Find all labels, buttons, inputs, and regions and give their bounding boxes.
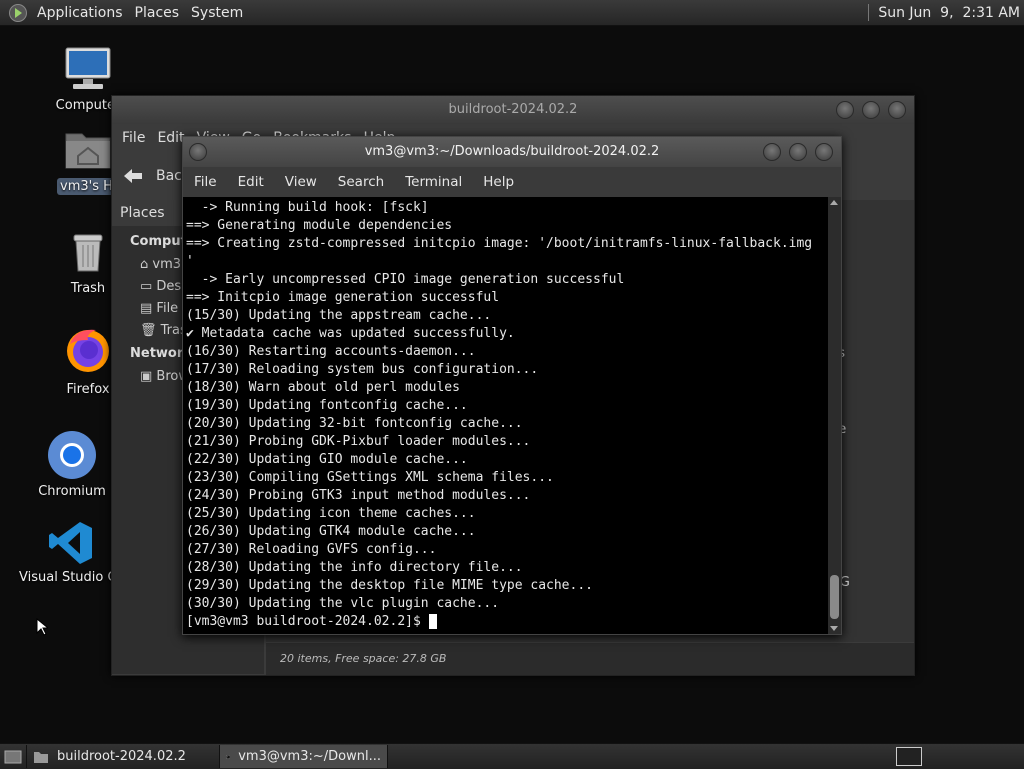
terminal-line: (22/30) Updating GIO module cache...	[186, 452, 468, 467]
terminal-line: ==> Initcpio image generation successful	[186, 290, 500, 305]
top-panel: Applications Places System Sun Jun 9, 2:…	[0, 0, 1024, 26]
terminal-menubar: File Edit View Search Terminal Help	[183, 167, 841, 197]
terminal-line: (27/30) Reloading GVFS config...	[186, 542, 437, 557]
network-icon: ▣	[140, 369, 157, 384]
show-desktop-icon	[4, 750, 22, 763]
terminal-line: (17/30) Reloading system bus configurati…	[186, 362, 539, 377]
term-menu-terminal[interactable]: Terminal	[405, 174, 462, 190]
chromium-icon	[48, 431, 96, 479]
terminal-line: (26/30) Updating GTK4 module cache...	[186, 524, 476, 539]
home-icon: ⌂	[140, 257, 153, 272]
terminal-line: (21/30) Probing GDK-Pixbuf loader module…	[186, 434, 531, 449]
home-folder-icon	[65, 133, 111, 169]
taskbar-item-file-manager[interactable]: buildroot-2024.02.2	[27, 745, 220, 768]
taskbar-item-terminal[interactable]: vm3@vm3:~/Downl...	[220, 745, 388, 768]
terminal-line: ==> Creating zstd-compressed initcpio im…	[186, 236, 813, 251]
terminal-line: (23/30) Compiling GSettings XML schema f…	[186, 470, 554, 485]
scroll-up-arrow-icon[interactable]	[830, 200, 838, 205]
term-menu-view[interactable]: View	[285, 174, 317, 190]
terminal-titlebar[interactable]: vm3@vm3:~/Downloads/buildroot-2024.02.2	[183, 137, 841, 167]
terminal-line: -> Running build hook: [fsck]	[186, 200, 429, 215]
drive-icon: ▤	[140, 301, 157, 316]
panel-separator	[868, 4, 870, 21]
term-menu-help[interactable]: Help	[483, 174, 514, 190]
file-manager-titlebar[interactable]: buildroot-2024.02.2	[112, 96, 914, 124]
terminal-title: vm3@vm3:~/Downloads/buildroot-2024.02.2	[364, 144, 660, 159]
mouse-pointer-icon	[36, 618, 48, 636]
maximize-button[interactable]	[789, 143, 807, 161]
bottom-panel: buildroot-2024.02.2 vm3@vm3:~/Downl...	[0, 743, 1024, 769]
terminal-prompt-line[interactable]: [vm3@vm3 buildroot-2024.02.2]$	[186, 613, 827, 631]
menu-places[interactable]: Places	[129, 5, 186, 21]
clock[interactable]: Sun Jun 9, 2:31 AM	[878, 5, 1020, 21]
text-cursor	[428, 614, 437, 629]
minimize-button[interactable]	[836, 101, 854, 119]
terminal-prompt: [vm3@vm3 buildroot-2024.02.2]$	[186, 614, 429, 629]
desktop-icon-chromium[interactable]: Chromium	[27, 430, 117, 499]
trash-icon: 🗑	[140, 323, 161, 338]
fm-menu-edit[interactable]: Edit	[157, 130, 184, 146]
back-arrow-icon[interactable]	[122, 167, 144, 185]
terminal-line: (30/30) Updating the vlc plugin cache...	[186, 596, 500, 611]
workspace-switcher[interactable]	[896, 747, 922, 766]
scrollbar-thumb[interactable]	[830, 575, 839, 619]
fm-menu-file[interactable]: File	[122, 130, 145, 146]
terminal-line: (25/30) Updating icon theme caches...	[186, 506, 476, 521]
menu-applications[interactable]: Applications	[31, 5, 129, 21]
terminal-line: (24/30) Probing GTK3 input method module…	[186, 488, 531, 503]
minimize-button[interactable]	[763, 143, 781, 161]
terminal-icon	[226, 754, 231, 759]
terminal-line: ==> Generating module dependencies	[186, 218, 453, 233]
window-menu-button[interactable]	[189, 143, 207, 161]
close-button[interactable]	[888, 101, 906, 119]
terminal-line: (29/30) Updating the desktop file MIME t…	[186, 578, 593, 593]
terminal-line: '	[186, 254, 194, 269]
scroll-down-arrow-icon[interactable]	[830, 626, 838, 631]
terminal-line: -> Early uncompressed CPIO image generat…	[186, 272, 625, 287]
terminal-window[interactable]: vm3@vm3:~/Downloads/buildroot-2024.02.2 …	[182, 136, 842, 635]
menu-system[interactable]: System	[185, 5, 249, 21]
maximize-button[interactable]	[862, 101, 880, 119]
term-menu-edit[interactable]: Edit	[238, 174, 264, 190]
term-menu-file[interactable]: File	[194, 174, 217, 190]
desktop-icon-label: Chromium	[38, 484, 106, 499]
terminal-line: (28/30) Updating the info directory file…	[186, 560, 523, 575]
window-buttons	[836, 101, 906, 119]
desktop-icon: ▭	[140, 279, 157, 294]
trash-icon	[73, 234, 103, 272]
terminal-line: (15/30) Updating the appstream cache...	[186, 308, 492, 323]
terminal-line: (19/30) Updating fontconfig cache...	[186, 398, 468, 413]
terminal-line: (18/30) Warn about old perl modules	[186, 380, 460, 395]
close-button[interactable]	[815, 143, 833, 161]
vscode-icon	[49, 522, 92, 564]
terminal-line: (20/30) Updating 32-bit fontconfig cache…	[186, 416, 523, 431]
firefox-icon	[67, 329, 109, 372]
terminal-scrollbar[interactable]	[828, 197, 841, 634]
clock-area[interactable]: Sun Jun 9, 2:31 AM	[868, 4, 1020, 21]
window-buttons	[763, 143, 833, 161]
computer-icon	[65, 47, 111, 89]
file-manager-statusbar: 20 items, Free space: 27.8 GB	[266, 643, 914, 675]
folder-icon	[34, 751, 48, 763]
file-manager-title: buildroot-2024.02.2	[448, 102, 578, 117]
terminal-output[interactable]: -> Running build hook: [fsck] ==> Genera…	[183, 197, 827, 634]
terminal-line: (16/30) Restarting accounts-daemon...	[186, 344, 476, 359]
term-menu-search[interactable]: Search	[338, 174, 384, 190]
terminal-line: ✔ Metadata cache was updated successfull…	[186, 326, 515, 341]
distro-logo-icon[interactable]	[9, 3, 27, 22]
show-desktop-button[interactable]	[0, 745, 27, 768]
